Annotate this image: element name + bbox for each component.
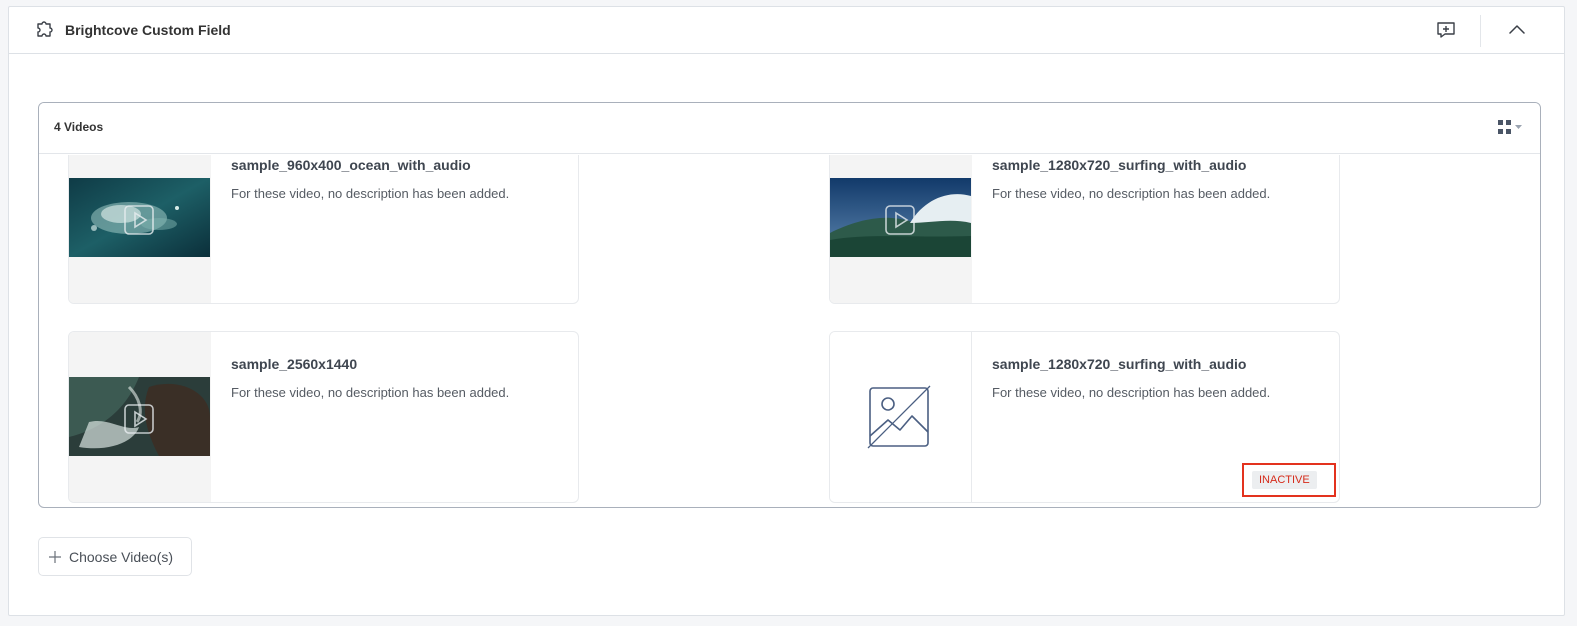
chevron-up-icon[interactable] [1506, 19, 1528, 41]
field-title: Brightcove Custom Field [65, 22, 231, 38]
video-count: 4 Videos [54, 120, 104, 134]
video-title: sample_960x400_ocean_with_audio [231, 157, 471, 173]
thumbnail-area [69, 332, 211, 502]
brightcove-field-panel: Brightcove Custom Field 4 Videos sample_… [8, 6, 1565, 616]
video-card[interactable]: sample_960x400_ocean_with_audio For thes… [68, 155, 579, 304]
plus-icon [49, 551, 61, 563]
play-icon [124, 205, 154, 235]
video-grid: sample_960x400_ocean_with_audio For thes… [39, 155, 1540, 507]
video-title: sample_1280x720_surfing_with_audio [992, 356, 1247, 372]
video-title: sample_1280x720_surfing_with_audio [992, 157, 1247, 173]
video-description: For these video, no description has been… [231, 385, 510, 400]
play-icon [885, 205, 915, 235]
video-list-header: 4 Videos [39, 103, 1540, 154]
video-list: 4 Videos sample_960x400_ocean_with_audio… [38, 102, 1541, 508]
comment-add-icon[interactable] [1435, 19, 1457, 41]
video-description: For these video, no description has been… [992, 385, 1271, 400]
choose-videos-button[interactable]: Choose Video(s) [38, 537, 192, 576]
video-description: For these video, no description has been… [231, 186, 510, 201]
video-card[interactable]: sample_1280x720_surfing_with_audio For t… [829, 155, 1340, 304]
choose-videos-label: Choose Video(s) [69, 549, 174, 565]
status-highlight: INACTIVE [1242, 463, 1336, 497]
puzzle-icon [37, 21, 53, 37]
panel-header: Brightcove Custom Field [9, 7, 1564, 54]
video-title: sample_2560x1440 [231, 356, 358, 372]
thumbnail-area [830, 332, 972, 502]
header-divider [1480, 15, 1481, 47]
thumbnail-area [830, 155, 972, 303]
no-image-icon [867, 385, 931, 449]
video-description: For these video, no description has been… [992, 186, 1271, 201]
video-card[interactable]: sample_1280x720_surfing_with_audio For t… [829, 331, 1340, 503]
play-icon [124, 404, 154, 434]
thumbnail-area [69, 155, 211, 303]
grid-view-icon[interactable] [1497, 119, 1529, 137]
status-badge: INACTIVE [1252, 471, 1317, 489]
video-card[interactable]: sample_2560x1440 For these video, no des… [68, 331, 579, 503]
